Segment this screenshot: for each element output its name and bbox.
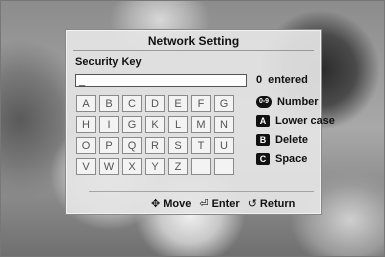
b-button-icon: B [256, 134, 270, 146]
key-l[interactable]: L [168, 116, 188, 133]
key-i[interactable]: I [99, 116, 119, 133]
key-v[interactable]: V [76, 158, 96, 175]
legend-number: 0-9 Number [256, 95, 319, 109]
title-divider [73, 50, 314, 51]
key-m[interactable]: M [191, 116, 211, 133]
dpad-icon: ✥ [151, 198, 161, 210]
key-y[interactable]: Y [145, 158, 165, 175]
key-d[interactable]: D [145, 95, 165, 112]
key-g[interactable]: G [122, 116, 142, 133]
key-blank[interactable] [214, 158, 234, 175]
footer-controls: ✥ Move ⏎ Enter ↺ Return [151, 197, 303, 211]
network-setting-dialog: Network Setting Security Key _ 0 entered … [66, 30, 335, 214]
key-c[interactable]: C [122, 95, 142, 112]
key-f[interactable]: F [191, 95, 211, 112]
key-o[interactable]: O [76, 137, 96, 154]
key-p[interactable]: P [99, 137, 119, 154]
key-s[interactable]: S [168, 137, 188, 154]
dialog-title: Network Setting [147, 34, 240, 48]
key-x[interactable]: X [122, 158, 142, 175]
number-badge-icon: 0-9 [256, 96, 272, 108]
key-h[interactable]: H [76, 116, 96, 133]
c-button-icon: C [256, 153, 270, 165]
key-n[interactable]: N [214, 116, 234, 133]
key-b[interactable]: B [99, 95, 119, 112]
key-q[interactable]: Q [122, 137, 142, 154]
key-z[interactable]: Z [168, 158, 188, 175]
legend-space: C Space [256, 152, 307, 166]
enter-label: Enter [211, 197, 240, 210]
entered-label: entered [268, 74, 308, 86]
enter-hint[interactable]: ⏎ Enter [199, 197, 240, 211]
key-w[interactable]: W [99, 158, 119, 175]
legend-label: Delete [275, 134, 309, 146]
return-label: Return [259, 197, 296, 210]
legend-label: Space [275, 153, 308, 165]
key-u[interactable]: U [214, 137, 234, 154]
a-button-icon: A [256, 115, 270, 127]
entered-count: 0 [256, 74, 263, 86]
move-label: Move [163, 197, 192, 210]
legend-delete: B Delete [256, 133, 308, 147]
return-arrow-icon: ↺ [247, 198, 257, 210]
legend-label: Number [277, 96, 319, 108]
key-g[interactable]: G [214, 95, 234, 112]
security-key-input[interactable]: _ [75, 74, 247, 87]
legend-lower-case: A Lower case [256, 114, 335, 128]
key-k[interactable]: K [145, 116, 165, 133]
entered-counter: 0 entered [256, 74, 314, 86]
return-hint[interactable]: ↺ Return [247, 197, 296, 211]
footer-divider [89, 191, 314, 192]
legend-label: Lower case [275, 115, 335, 127]
key-e[interactable]: E [168, 95, 188, 112]
key-t[interactable]: T [191, 137, 211, 154]
key-a[interactable]: A [76, 95, 96, 112]
key-r[interactable]: R [145, 137, 165, 154]
security-key-label: Security Key [75, 56, 142, 68]
enter-icon: ⏎ [199, 198, 209, 210]
key-blank[interactable] [191, 158, 211, 175]
move-hint: ✥ Move [151, 197, 192, 211]
